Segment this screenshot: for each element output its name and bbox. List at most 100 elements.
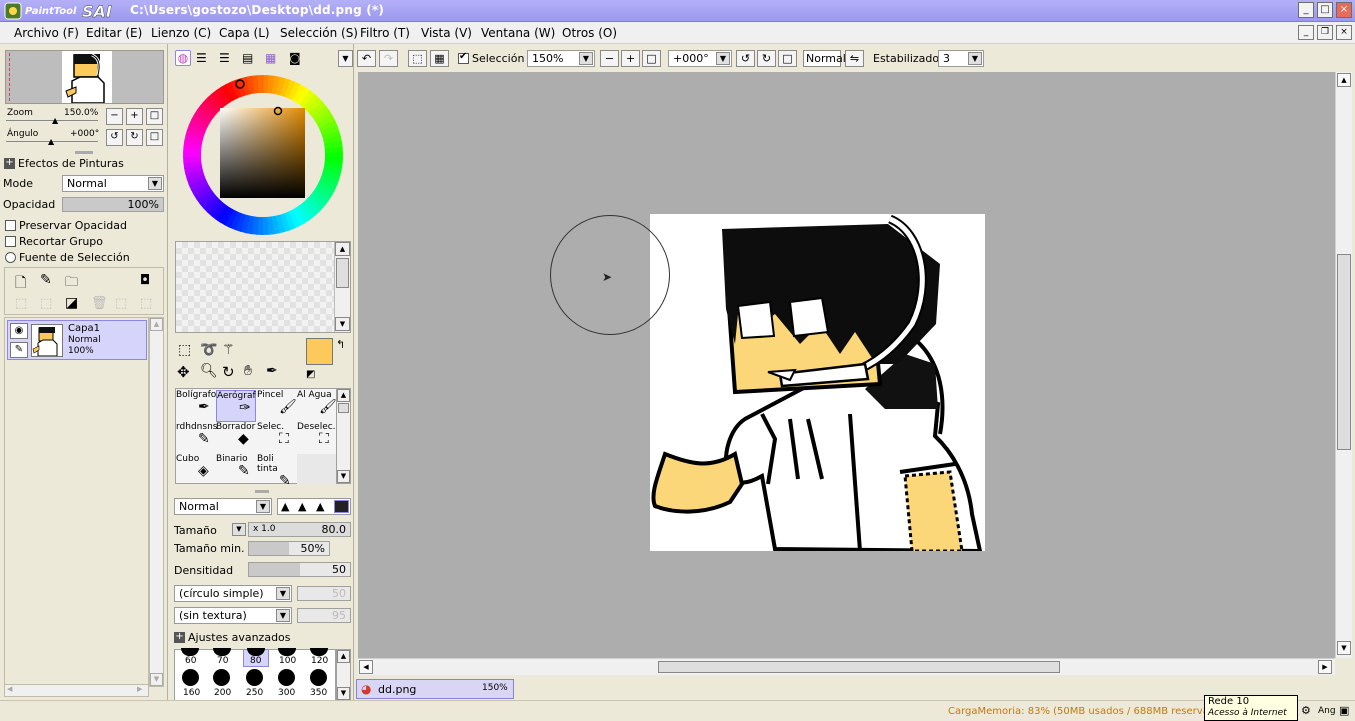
rotate-tool-icon[interactable]: ↻ — [222, 363, 235, 381]
brush-deselec[interactable]: Deselec. ⛶ — [297, 422, 337, 454]
brush-pincel[interactable]: Pincel 🖌︎ — [257, 390, 297, 422]
scratchpad[interactable]: ▲ ▼ — [175, 241, 351, 333]
canvas-document[interactable] — [650, 214, 985, 551]
selection-checkbox[interactable]: ✔ — [458, 51, 469, 64]
scroll-down-icon[interactable]: ▼ — [1337, 641, 1351, 655]
scroll-left-icon[interactable]: ◀ — [7, 685, 12, 693]
zoom-reset-button[interactable]: □ — [146, 108, 163, 125]
zoom-in-button[interactable]: + — [126, 108, 143, 125]
mdi-close-icon[interactable]: × — [1336, 25, 1352, 40]
shape-strength-slider[interactable]: 50 — [297, 586, 351, 601]
zoom-slider-handle[interactable]: ▲ — [52, 116, 58, 125]
layer-list-hscrollbar[interactable]: ◀ ▶ — [4, 684, 149, 697]
brush-aerografo[interactable]: Aerógraf ✑ — [216, 390, 256, 422]
brush-empty-slot[interactable] — [297, 454, 337, 484]
rotate-reset-button[interactable]: □ — [146, 129, 163, 146]
scroll-left-icon[interactable]: ◀ — [359, 660, 373, 674]
menu-ventana[interactable]: Ventana (W) — [481, 26, 555, 40]
angle-slider-handle[interactable]: ▲ — [48, 137, 54, 146]
scroll-right-icon[interactable]: ▶ — [1318, 660, 1332, 674]
file-tab[interactable]: ◕ dd.png 150% — [356, 679, 514, 699]
invert-selection-icon[interactable]: ▦ — [430, 50, 449, 67]
presets-scrollbar[interactable]: ▲ ▼ — [336, 649, 351, 701]
rotate-right-button[interactable]: ↻ — [126, 129, 143, 146]
color-list-tab-icon[interactable]: ▤ — [242, 51, 253, 65]
delete-layer-icon[interactable]: 🗑 — [91, 296, 108, 311]
preset-200[interactable]: 200 — [214, 688, 231, 698]
new-layer-icon[interactable]: 🗋 — [15, 272, 26, 296]
preserve-opacity-checkbox[interactable] — [5, 220, 16, 231]
swatches-tab-icon[interactable]: ▦ — [265, 51, 276, 65]
panel-splitter[interactable] — [75, 151, 93, 154]
rect-select-icon[interactable]: ⬚ — [178, 342, 191, 358]
brush-selec[interactable]: Selec. ⛶ — [257, 422, 297, 454]
preset-60[interactable]: 60 — [185, 656, 196, 666]
visibility-eye-icon[interactable]: ◉ — [10, 323, 28, 339]
scratchpad-tab-icon[interactable]: ◙ — [289, 51, 301, 65]
deselect-icon[interactable]: ⬚ — [408, 50, 427, 67]
maximize-button[interactable]: □ — [1317, 2, 1333, 18]
swap-colors-icon[interactable]: ↰ — [336, 338, 345, 351]
color-wheel-tab-icon[interactable]: ◍ — [175, 50, 191, 66]
rotate-reset-icon[interactable]: □ — [778, 50, 797, 67]
scroll-down-icon[interactable]: ▼ — [337, 470, 350, 483]
brush-binario[interactable]: Binario ✎ — [216, 454, 256, 484]
rotate-ccw-icon[interactable]: ↺ — [736, 50, 755, 67]
scroll-up-icon[interactable]: ▲ — [335, 242, 350, 256]
menu-lienzo[interactable]: Lienzo (C) — [151, 26, 211, 40]
scroll-thumb[interactable] — [338, 403, 349, 413]
minimize-button[interactable]: _ — [1298, 2, 1314, 18]
preset-350[interactable]: 350 — [310, 688, 327, 698]
merge-down-icon[interactable]: ⬚ — [40, 296, 52, 311]
vscroll-thumb[interactable] — [1337, 254, 1351, 450]
menu-editar[interactable]: Editar (E) — [86, 26, 142, 40]
brush-grid-scrollbar[interactable]: ▲ ▼ — [336, 388, 351, 484]
menu-vista[interactable]: Vista (V) — [421, 26, 472, 40]
preset-100[interactable]: 100 — [279, 656, 296, 666]
expand-icon[interactable]: + — [4, 158, 15, 169]
layer-mode-select[interactable]: Normal ▼ — [62, 175, 164, 192]
preset-70[interactable]: 70 — [217, 656, 228, 666]
scratchpad-scrollbar[interactable]: ▲ ▼ — [334, 242, 350, 332]
zoom-in-icon[interactable]: + — [621, 50, 640, 67]
brush-shape-select[interactable]: (círculo simple) ▼ — [174, 585, 292, 602]
scroll-up-icon[interactable]: ▲ — [337, 389, 350, 402]
angle-select[interactable]: +000° ▼ — [668, 50, 732, 67]
hsv-slider-tab-icon[interactable]: ☰ — [219, 51, 230, 65]
close-button[interactable]: × — [1336, 2, 1352, 18]
clip-group-checkbox[interactable] — [5, 236, 16, 247]
flip-horizontal-icon[interactable]: ⇋ — [845, 50, 864, 67]
brush-borrador[interactable]: Borrador ◆ — [216, 422, 256, 454]
transfer-down-icon[interactable]: ⬚ — [15, 296, 27, 311]
magic-wand-icon[interactable]: ⚚ — [222, 342, 235, 358]
tray-icon[interactable]: ▣ — [1339, 704, 1349, 717]
density-slider[interactable]: 50 — [248, 562, 351, 577]
brush-texture-select[interactable]: (sin textura) ▼ — [174, 607, 292, 624]
preset-250[interactable]: 250 — [246, 688, 263, 698]
menu-otros[interactable]: Otros (O) — [562, 26, 617, 40]
brush-al-agua[interactable]: Al Agua 🖌︎ — [297, 390, 337, 422]
shape-round-icon[interactable]: ▲ — [298, 500, 306, 513]
new-folder-icon[interactable]: 🗀 — [65, 273, 78, 295]
zoom-out-button[interactable]: − — [106, 108, 123, 125]
menu-seleccion[interactable]: Selección (S) — [280, 26, 358, 40]
brush-cubo[interactable]: Cubo ◈ — [176, 454, 216, 484]
preset-120[interactable]: 120 — [311, 656, 328, 666]
eyedropper-icon[interactable]: ✒ — [266, 363, 278, 379]
stabilizer-select[interactable]: 3 ▼ — [938, 50, 984, 67]
scroll-up-icon[interactable]: ▲ — [150, 318, 163, 331]
preset-160[interactable]: 160 — [183, 688, 200, 698]
rotate-left-button[interactable]: ↺ — [106, 129, 123, 146]
zoom-out-icon[interactable]: − — [600, 50, 619, 67]
color-wheel[interactable] — [180, 72, 346, 241]
scroll-down-icon[interactable]: ▼ — [150, 673, 163, 686]
navigator-preview[interactable] — [5, 50, 164, 104]
scroll-thumb[interactable] — [336, 258, 349, 288]
layer-list-scrollbar[interactable]: ▲ ▼ — [149, 317, 164, 687]
scroll-down-icon[interactable]: ▼ — [335, 317, 350, 331]
menu-archivo[interactable]: Archivo (F) — [14, 26, 79, 40]
mdi-restore-icon[interactable]: ❐ — [1317, 25, 1333, 40]
shape-soft-icon[interactable]: ▲ — [316, 500, 324, 513]
hand-icon[interactable]: ✋︎ — [244, 363, 252, 379]
scroll-down-icon[interactable]: ▼ — [337, 687, 350, 700]
